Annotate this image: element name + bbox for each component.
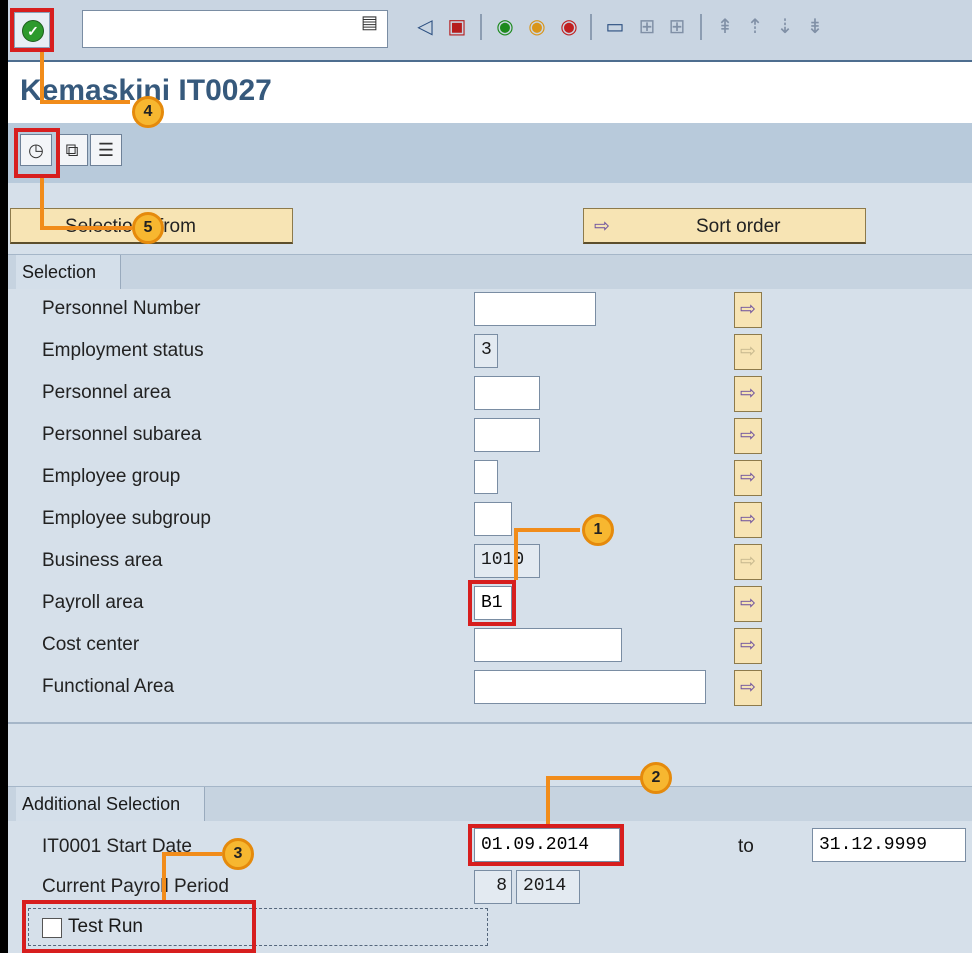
copy-icon: ⧉ [65, 140, 79, 160]
group-divider [8, 722, 972, 724]
toolbar-separator [700, 14, 702, 40]
personnel-number-multiple-button[interactable]: ⇨ [734, 292, 762, 328]
callout-badge-5: 5 [132, 212, 164, 244]
payroll-period-number: 8 [474, 870, 512, 904]
command-field[interactable] [82, 10, 388, 48]
label-payroll-area: Payroll area [42, 592, 144, 613]
find-icon[interactable]: ⊞ [636, 14, 658, 40]
callout-line [514, 528, 518, 580]
callout-line [40, 52, 44, 102]
callout-line [546, 776, 550, 824]
functional-area-input[interactable] [474, 670, 706, 704]
payroll-period-year: 2014 [516, 870, 580, 904]
additional-selection-group-title: Additional Selection [16, 787, 206, 821]
back-icon[interactable]: ◉ [494, 14, 516, 40]
callout-line [40, 100, 130, 104]
application-toolbar [8, 122, 972, 183]
functional-area-multiple-button[interactable]: ⇨ [734, 670, 762, 706]
arrow-right-icon: ⇨ [594, 216, 610, 237]
personnel-subarea-input[interactable] [474, 418, 540, 452]
label-employee-subgroup: Employee subgroup [42, 508, 211, 529]
cost-center-multiple-button[interactable]: ⇨ [734, 628, 762, 664]
callout-line [40, 226, 132, 230]
label-business-area: Business area [42, 550, 163, 571]
sort-order-label: Sort order [696, 216, 781, 237]
highlight-enter-button [10, 8, 54, 52]
save-icon[interactable]: ▣ [446, 14, 468, 40]
start-date-to-input[interactable] [812, 828, 966, 862]
employment-status-multiple-button[interactable]: ⇨ [734, 334, 762, 370]
label-current-payroll-period: Current Payroll Period [42, 876, 229, 897]
highlight-test-run [22, 900, 256, 953]
employment-status-field[interactable]: 3 [474, 334, 498, 368]
callout-line [162, 852, 166, 900]
prev-page-icon[interactable]: ⇡ [744, 14, 766, 40]
label-personnel-number: Personnel Number [42, 298, 201, 319]
employee-subgroup-input[interactable] [474, 502, 512, 536]
exit-icon[interactable]: ◉ [526, 14, 548, 40]
callout-badge-3: 3 [222, 838, 254, 870]
personnel-subarea-multiple-button[interactable]: ⇨ [734, 418, 762, 454]
label-employee-group: Employee group [42, 466, 181, 487]
personnel-area-input[interactable] [474, 376, 540, 410]
callout-badge-1: 1 [582, 514, 614, 546]
back-triangle-icon[interactable]: ◁ [414, 14, 436, 40]
callout-badge-2: 2 [640, 762, 672, 794]
highlight-payroll-area [468, 580, 516, 626]
employee-subgroup-multiple-button[interactable]: ⇨ [734, 502, 762, 538]
personnel-area-multiple-button[interactable]: ⇨ [734, 376, 762, 412]
last-page-icon[interactable]: ⇟ [804, 14, 826, 40]
callout-line [514, 528, 580, 532]
toolbar-separator [590, 14, 592, 40]
find-next-icon[interactable]: ⊞ [666, 14, 688, 40]
first-page-icon[interactable]: ⇞ [714, 14, 736, 40]
command-history-icon[interactable]: ▤ [361, 12, 378, 33]
label-personnel-area: Personnel area [42, 382, 171, 403]
cancel-icon[interactable]: ◉ [558, 14, 580, 40]
personnel-number-input[interactable] [474, 292, 596, 326]
label-functional-area: Functional Area [42, 676, 175, 697]
list-icon: ☰ [97, 140, 115, 160]
copy-button[interactable]: ⧉ [56, 134, 88, 166]
window-frame [0, 0, 8, 953]
callout-line [162, 852, 222, 856]
print-icon[interactable]: ▭ [604, 14, 626, 40]
highlight-execute-button [14, 128, 60, 178]
employee-group-multiple-button[interactable]: ⇨ [734, 460, 762, 496]
sort-order-button[interactable]: ⇨ Sort order [583, 208, 866, 244]
business-area-field[interactable]: 1010 [474, 544, 540, 578]
callout-line [40, 178, 44, 228]
callout-line [546, 776, 642, 780]
label-employment-status: Employment status [42, 340, 204, 361]
business-area-multiple-button[interactable]: ⇨ [734, 544, 762, 580]
employee-group-input[interactable] [474, 460, 498, 494]
label-cost-center: Cost center [42, 634, 140, 655]
highlight-start-date [468, 824, 624, 866]
label-personnel-subarea: Personnel subarea [42, 424, 202, 445]
additional-selection-group-header: Additional Selection [8, 786, 972, 821]
list-button[interactable]: ☰ [90, 134, 122, 166]
label-to: to [738, 836, 754, 857]
selection-group-title: Selection [16, 255, 122, 289]
toolbar-separator [480, 14, 482, 40]
selection-group-header: Selection [8, 254, 972, 289]
next-page-icon[interactable]: ⇣ [774, 14, 796, 40]
callout-badge-4: 4 [132, 96, 164, 128]
cost-center-input[interactable] [474, 628, 622, 662]
payroll-area-multiple-button[interactable]: ⇨ [734, 586, 762, 622]
